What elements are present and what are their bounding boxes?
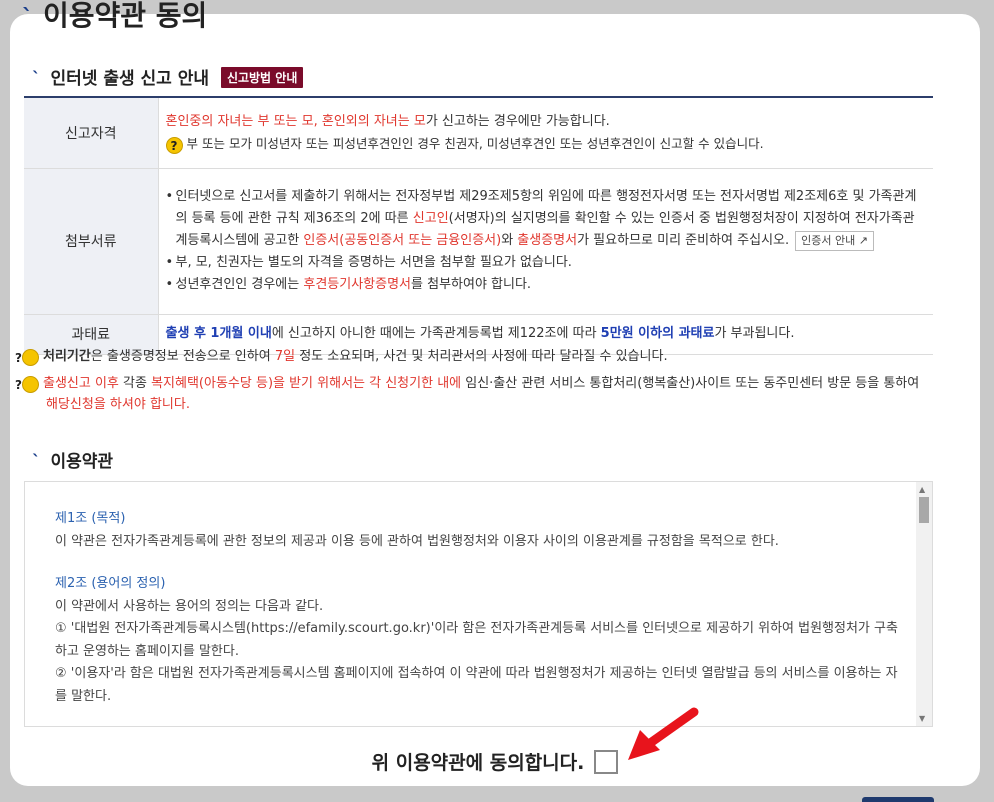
section-tick-icon: ˋ	[32, 452, 41, 472]
cert-guide-button[interactable]: 인증서 안내 ↗	[795, 231, 874, 251]
page-title-text: 이용약관 동의	[43, 0, 208, 32]
table-row-eligibility: 신고자격 혼인중의 자녀는 부 또는 모, 혼인외의 자녀는 모가 신고하는 경…	[24, 97, 933, 168]
question-icon: ?	[165, 136, 183, 154]
agree-checkbox[interactable]	[594, 749, 619, 774]
notes: ? 처리기간은 출생증명정보 전송으로 인하여 7일 정도 소요되며, 사건 및 …	[15, 346, 932, 421]
eligibility-content: 혼인중의 자녀는 부 또는 모, 혼인외의 자녀는 모가 신고하는 경우에만 가…	[158, 97, 933, 168]
article2-item1: ① '대법원 전자가족관계등록시스템(https://efamily.scour…	[55, 621, 898, 659]
terms-scroll-box[interactable]: 제1조 (목적) 이 약관은 전자가족관계등록에 관한 정보의 제공과 이용 등…	[24, 481, 933, 727]
bottom-next-button[interactable]	[862, 797, 934, 802]
documents-label: 첨부서류	[24, 168, 159, 314]
documents-item-3: 성년후견인인 경우에는 후견등기사항증명서를 첨부하여야 합니다.	[166, 274, 926, 296]
documents-item-1: 인터넷으로 신고서를 제출하기 위해서는 전자정부법 제29조제5항의 위임에 …	[166, 186, 926, 252]
terms-section-title-text: 이용약관	[50, 452, 114, 472]
report-method-badge[interactable]: 신고방법 안내	[220, 67, 304, 88]
agree-label: 위 이용약관에 동의합니다.	[371, 752, 585, 774]
scroll-down-icon[interactable]: ▼	[919, 714, 925, 723]
eligibility-text: 가 신고하는 경우에만 가능합니다.	[425, 113, 610, 129]
terms-scrollbar[interactable]: ▲ ▼	[916, 482, 932, 726]
scrollbar-thumb[interactable]	[919, 497, 929, 523]
page-title: ˋ 이용약관 동의	[22, 0, 207, 34]
documents-content: 인터넷으로 신고서를 제출하기 위해서는 전자정부법 제29조제5항의 위임에 …	[158, 168, 933, 314]
eligibility-red-text: 혼인중의 자녀는 부 또는 모, 혼인외의 자녀는 모	[165, 113, 426, 129]
article2-item2: ② '이용자'라 함은 대법원 전자가족관계등록시스템 홈페이지에 접속하여 이…	[55, 666, 898, 704]
note-processing-time: ? 처리기간은 출생증명정보 전송으로 인하여 7일 정도 소요되며, 사건 및 …	[15, 349, 668, 366]
info-table: 신고자격 혼인중의 자녀는 부 또는 모, 혼인외의 자녀는 모가 신고하는 경…	[24, 96, 933, 355]
note-welfare: ? 출생신고 이후 각종 복지혜택(아동수당 등)을 받기 위해서는 각 신청기한…	[15, 376, 920, 412]
info-section-title-text: 인터넷 출생 신고 안내	[50, 69, 210, 89]
agree-row: 위 이용약관에 동의합니다.	[10, 748, 980, 775]
article2-heading: 제2조 (용어의 정의)	[55, 576, 166, 591]
eligibility-note: 부 또는 모가 미성년자 또는 피성년후견인인 경우 친권자, 미성년후견인 또…	[186, 135, 764, 151]
documents-item-2: 부, 모, 친권자는 별도의 자격을 증명하는 서면을 첨부할 필요가 없습니다…	[166, 252, 926, 274]
section-tick-icon: ˋ	[32, 69, 41, 89]
red-arrow-icon	[628, 707, 699, 760]
scroll-up-icon[interactable]: ▲	[919, 485, 925, 494]
article1-body: 이 약관은 전자가족관계등록에 관한 정보의 제공과 이용 등에 관하여 법원행…	[55, 533, 779, 549]
info-section-title: ˋ 인터넷 출생 신고 안내 신고방법 안내	[32, 64, 304, 89]
question-icon: ?	[15, 376, 39, 393]
terms-content: 제1조 (목적) 이 약관은 전자가족관계등록에 관한 정보의 제공과 이용 등…	[55, 508, 905, 708]
question-icon: ?	[15, 349, 39, 366]
terms-section-title: ˋ 이용약관	[32, 447, 113, 472]
article2-intro: 이 약관에서 사용하는 용어의 정의는 다음과 같다.	[55, 598, 324, 614]
external-link-icon: ↗	[858, 234, 868, 247]
content-card: ˋ 인터넷 출생 신고 안내 신고방법 안내 신고자격 혼인중의 자녀는 부 또는…	[10, 14, 980, 786]
table-row-documents: 첨부서류 인터넷으로 신고서를 제출하기 위해서는 전자정부법 제29조제5항의…	[24, 168, 933, 314]
article1-heading: 제1조 (목적)	[55, 511, 126, 526]
title-tick-icon: ˋ	[22, 6, 33, 31]
eligibility-label: 신고자격	[24, 97, 159, 168]
